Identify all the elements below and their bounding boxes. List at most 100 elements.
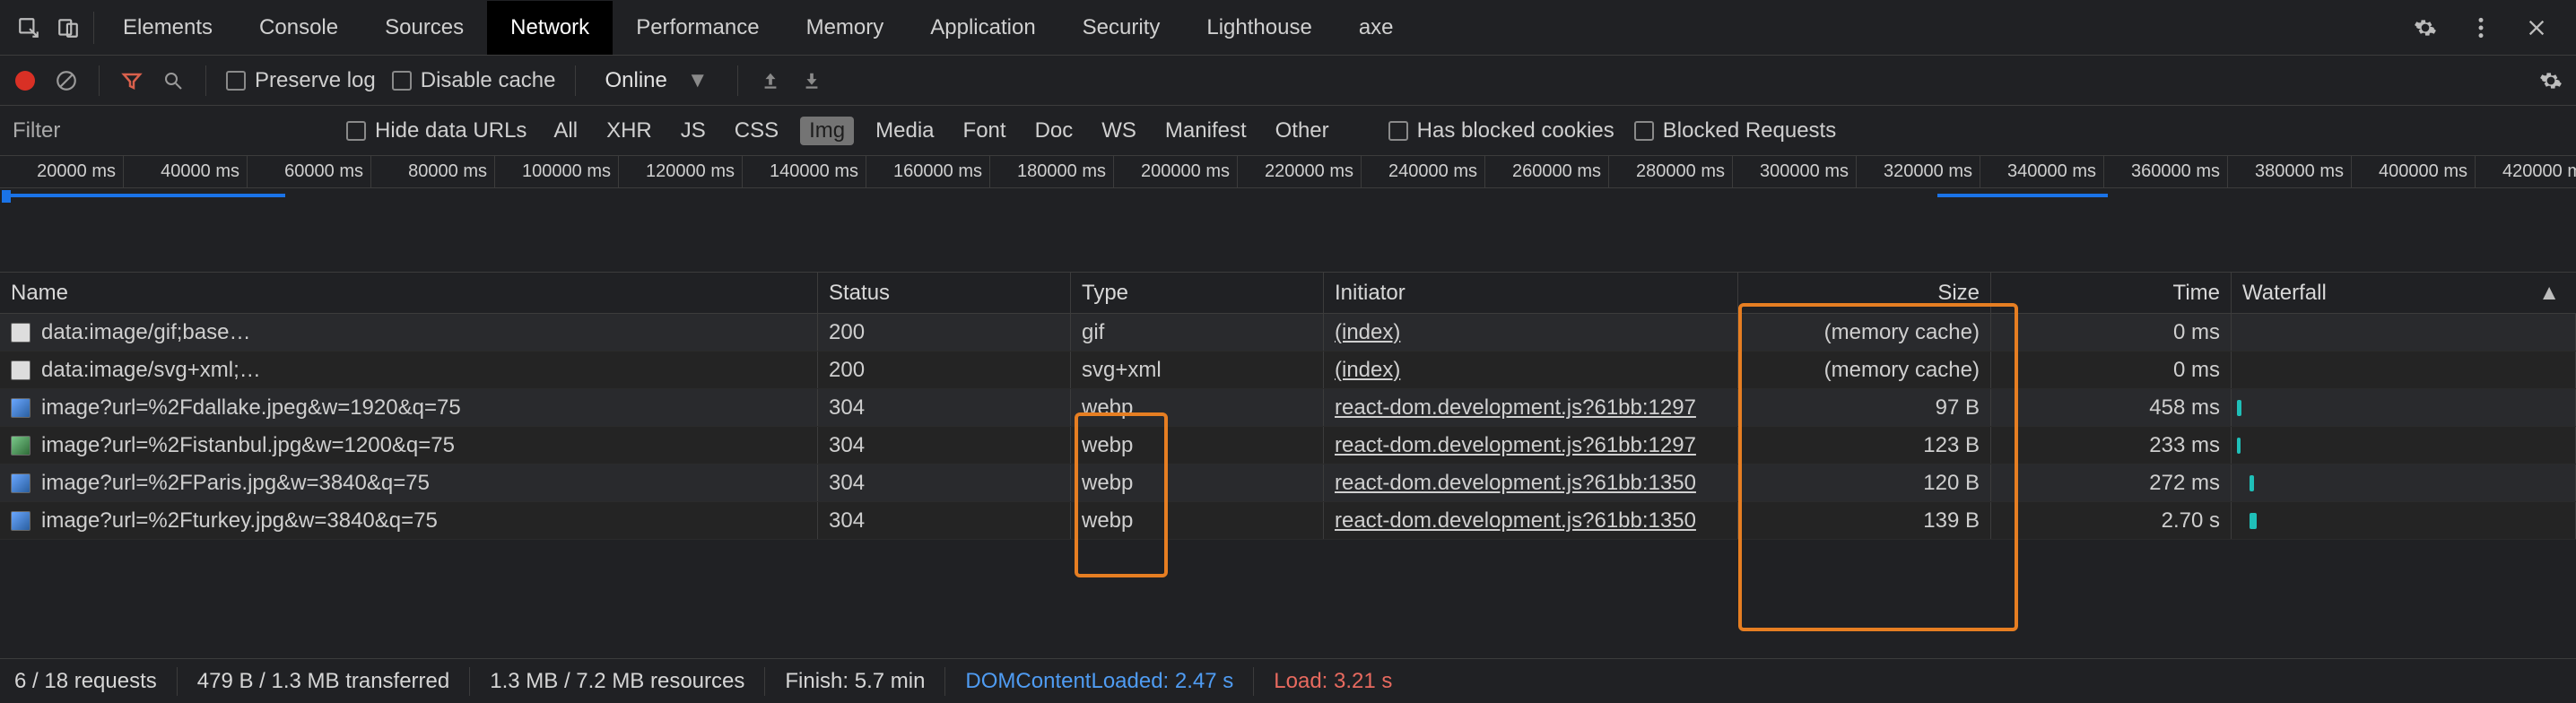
hide-data-urls-checkbox[interactable]: Hide data URLs <box>346 118 527 143</box>
timeline-tick: 380000 ms <box>2228 156 2352 187</box>
cell-waterfall <box>2232 502 2576 539</box>
filter-input[interactable] <box>13 118 326 143</box>
tab-console[interactable]: Console <box>236 1 361 55</box>
overview-timeline[interactable]: 20000 ms40000 ms60000 ms80000 ms100000 m… <box>0 156 2576 273</box>
status-bar: 6 / 18 requests 479 B / 1.3 MB transferr… <box>0 658 2576 703</box>
clear-icon[interactable] <box>54 68 79 93</box>
device-toggle-icon[interactable] <box>48 8 88 48</box>
timeline-tick: 20000 ms <box>0 156 124 187</box>
cell-time: 233 ms <box>1991 427 2232 464</box>
download-icon[interactable] <box>799 68 824 93</box>
waterfall-bar <box>2237 438 2241 454</box>
timeline-activity-bar <box>4 194 285 197</box>
tab-elements[interactable]: Elements <box>100 1 236 55</box>
waterfall-bar <box>2237 400 2241 416</box>
tab-application[interactable]: Application <box>907 1 1058 55</box>
main-tabstrip: ElementsConsoleSourcesNetworkPerformance… <box>0 0 2576 56</box>
filter-chip-doc[interactable]: Doc <box>1028 117 1081 145</box>
tab-performance[interactable]: Performance <box>613 1 782 55</box>
initiator-link[interactable]: react-dom.development.js?61bb:1297 <box>1335 395 1696 421</box>
status-requests: 6 / 18 requests <box>14 667 178 696</box>
preserve-log-checkbox[interactable]: Preserve log <box>226 68 376 93</box>
filter-chip-manifest[interactable]: Manifest <box>1158 117 1254 145</box>
cell-waterfall <box>2232 427 2576 464</box>
gear-icon[interactable] <box>2538 68 2563 93</box>
throttling-select[interactable]: Online ▼ <box>596 68 717 93</box>
col-time[interactable]: Time <box>1991 273 2232 313</box>
tab-memory[interactable]: Memory <box>783 1 908 55</box>
cell-status: 304 <box>818 464 1071 501</box>
disable-cache-label: Disable cache <box>421 68 556 93</box>
table-row[interactable]: data:image/svg+xml;…200svg+xml(index)(me… <box>0 352 2576 389</box>
cell-status: 304 <box>818 389 1071 426</box>
filter-chip-img[interactable]: Img <box>800 117 854 145</box>
tab-sources[interactable]: Sources <box>361 1 487 55</box>
file-icon <box>11 473 30 493</box>
timeline-tick: 340000 ms <box>1980 156 2104 187</box>
filter-chip-js[interactable]: JS <box>674 117 713 145</box>
disable-cache-checkbox[interactable]: Disable cache <box>392 68 556 93</box>
blocked-requests-checkbox[interactable]: Blocked Requests <box>1634 118 1836 143</box>
col-waterfall[interactable]: Waterfall ▲ <box>2232 273 2576 313</box>
filter-chip-ws[interactable]: WS <box>1094 117 1144 145</box>
status-domcontentloaded: DOMContentLoaded: 2.47 s <box>945 667 1254 696</box>
col-status[interactable]: Status <box>818 273 1071 313</box>
filter-chip-media[interactable]: Media <box>868 117 941 145</box>
filter-chip-css[interactable]: CSS <box>727 117 786 145</box>
table-row[interactable]: image?url=%2Fistanbul.jpg&w=1200&q=75304… <box>0 427 2576 464</box>
file-icon <box>11 360 30 380</box>
col-type[interactable]: Type <box>1071 273 1324 313</box>
status-load: Load: 3.21 s <box>1254 667 1412 696</box>
filter-icon[interactable] <box>119 68 144 93</box>
col-name[interactable]: Name <box>0 273 818 313</box>
tab-lighthouse[interactable]: Lighthouse <box>1183 1 1335 55</box>
cell-size: (memory cache) <box>1738 314 1991 351</box>
timeline-tick: 260000 ms <box>1485 156 1609 187</box>
has-blocked-cookies-checkbox[interactable]: Has blocked cookies <box>1388 118 1614 143</box>
kebab-icon[interactable] <box>2461 8 2501 48</box>
cell-size: (memory cache) <box>1738 352 1991 388</box>
col-size[interactable]: Size <box>1738 273 1991 313</box>
filter-chip-other[interactable]: Other <box>1268 117 1336 145</box>
sort-asc-icon: ▲ <box>2538 281 2560 306</box>
cell-time: 272 ms <box>1991 464 2232 501</box>
table-row[interactable]: image?url=%2Fdallake.jpeg&w=1920&q=75304… <box>0 389 2576 427</box>
status-finish: Finish: 5.7 min <box>765 667 945 696</box>
initiator-link[interactable]: (index) <box>1335 320 1400 345</box>
filter-chip-all[interactable]: All <box>546 117 585 145</box>
initiator-link[interactable]: react-dom.development.js?61bb:1350 <box>1335 471 1696 496</box>
network-table-body: data:image/gif;base…200gif(index)(memory… <box>0 314 2576 540</box>
cell-initiator: (index) <box>1324 314 1738 351</box>
gear-icon[interactable] <box>2406 8 2445 48</box>
upload-icon[interactable] <box>758 68 783 93</box>
tab-security[interactable]: Security <box>1059 1 1184 55</box>
filter-chip-xhr[interactable]: XHR <box>599 117 659 145</box>
initiator-link[interactable]: react-dom.development.js?61bb:1350 <box>1335 508 1696 534</box>
table-row[interactable]: image?url=%2Fturkey.jpg&w=3840&q=75304we… <box>0 502 2576 540</box>
cell-waterfall <box>2232 464 2576 501</box>
cell-time: 0 ms <box>1991 352 2232 388</box>
timeline-tick: 280000 ms <box>1609 156 1733 187</box>
cell-name: image?url=%2Fistanbul.jpg&w=1200&q=75 <box>0 427 818 464</box>
cell-initiator: react-dom.development.js?61bb:1297 <box>1324 427 1738 464</box>
table-row[interactable]: image?url=%2FParis.jpg&w=3840&q=75304web… <box>0 464 2576 502</box>
record-button[interactable] <box>13 68 38 93</box>
network-table-header: Name Status Type Initiator Size Time Wat… <box>0 273 2576 314</box>
search-icon[interactable] <box>161 68 186 93</box>
timeline-tick: 420000 ms <box>2476 156 2576 187</box>
timeline-tick: 200000 ms <box>1114 156 1238 187</box>
col-initiator[interactable]: Initiator <box>1324 273 1738 313</box>
filter-chip-font[interactable]: Font <box>956 117 1014 145</box>
cell-name: image?url=%2FParis.jpg&w=3840&q=75 <box>0 464 818 501</box>
tab-network[interactable]: Network <box>487 1 613 55</box>
cell-status: 304 <box>818 502 1071 539</box>
close-icon[interactable] <box>2517 8 2556 48</box>
table-row[interactable]: data:image/gif;base…200gif(index)(memory… <box>0 314 2576 352</box>
cell-waterfall <box>2232 389 2576 426</box>
inspect-icon[interactable] <box>9 8 48 48</box>
file-icon <box>11 436 30 456</box>
tab-axe[interactable]: axe <box>1336 1 1417 55</box>
initiator-link[interactable]: (index) <box>1335 358 1400 383</box>
timeline-tick: 240000 ms <box>1362 156 1485 187</box>
initiator-link[interactable]: react-dom.development.js?61bb:1297 <box>1335 433 1696 458</box>
